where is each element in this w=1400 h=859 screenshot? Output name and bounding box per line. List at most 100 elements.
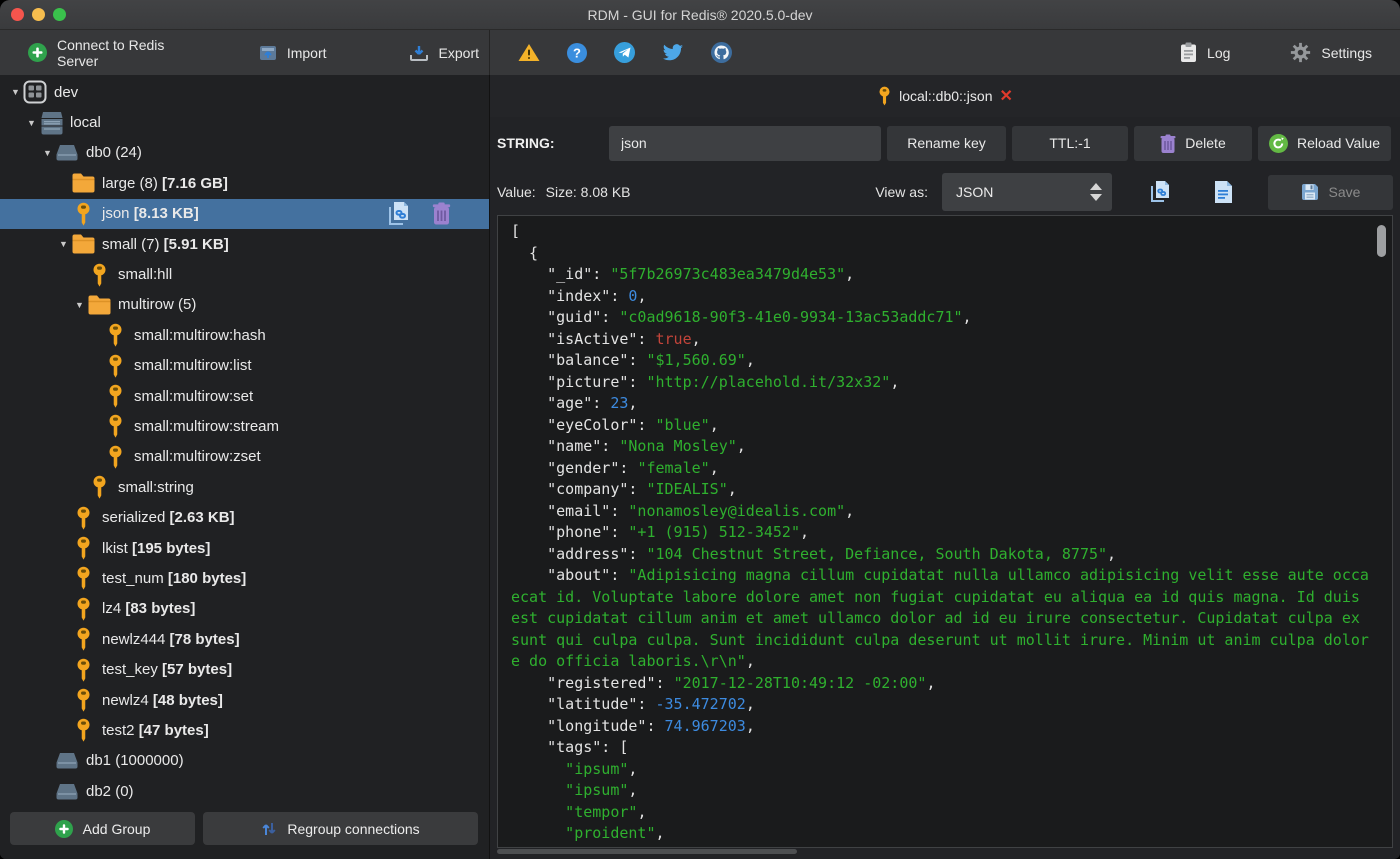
- tab-title[interactable]: local::db0::json: [899, 88, 992, 104]
- tree-item-connection-dev[interactable]: ▼ dev: [0, 77, 489, 107]
- reload-value-button[interactable]: Reload Value: [1258, 125, 1391, 161]
- import-button[interactable]: Import: [249, 38, 337, 68]
- expand-arrow-icon[interactable]: ▼: [56, 239, 71, 249]
- tree-item-label: small:multirow:set: [134, 387, 254, 405]
- tree-item-key-serialized[interactable]: serialized [2.63 KB]: [0, 502, 489, 532]
- tree-item-size: [57 bytes]: [162, 661, 233, 679]
- code-line: "company": "IDEALIS",: [511, 480, 737, 498]
- tree-item-label: db2 (0): [86, 782, 134, 800]
- import-icon: [259, 44, 277, 62]
- tab-close-icon[interactable]: ✕: [1000, 86, 1013, 106]
- titlebar: RDM - GUI for Redis® 2020.5.0-dev: [0, 0, 1400, 30]
- expand-arrow-icon[interactable]: ▼: [40, 148, 55, 158]
- telegram-icon[interactable]: [614, 42, 635, 63]
- key-icon: [103, 445, 127, 469]
- folder-icon: [71, 171, 95, 195]
- trash-icon[interactable]: [432, 201, 451, 227]
- db-icon: [55, 749, 79, 773]
- server-icon: [39, 111, 63, 135]
- code-line: "age": 23,: [511, 394, 638, 412]
- horizontal-scrollbar[interactable]: [497, 849, 797, 854]
- value-editor[interactable]: [ { "_id": "5f7b26973c483ea3479d4e53", "…: [497, 215, 1393, 848]
- tree-item-key-multirow-stream[interactable]: small:multirow:stream: [0, 411, 489, 441]
- tree-item-label: small:hll: [118, 266, 173, 284]
- db-icon: [55, 779, 79, 803]
- tree-item-label: newlz4 [48 bytes]: [102, 691, 223, 709]
- key-icon: [71, 597, 95, 621]
- delete-key-button[interactable]: Delete: [1134, 125, 1252, 161]
- copy-link-icon[interactable]: [388, 201, 412, 227]
- tree-item-key-small-hll[interactable]: small:hll: [0, 259, 489, 289]
- tree-item-ns-multirow[interactable]: ▼ multirow (5): [0, 290, 489, 320]
- tree-item-ns-large[interactable]: large (8) [7.16 GB]: [0, 168, 489, 198]
- code-line: "ipsum",: [511, 759, 638, 778]
- view-mode-select[interactable]: JSON: [942, 173, 1112, 211]
- tree-item-key-multirow-hash[interactable]: small:multirow:hash: [0, 320, 489, 350]
- key-header-row: STRING: Rename key TTL:-1 Delete: [490, 117, 1400, 169]
- export-button[interactable]: Export: [399, 38, 489, 68]
- key-icon: [71, 688, 95, 712]
- tree-item-size: [5.91 KB]: [163, 235, 229, 253]
- help-icon[interactable]: ?: [567, 42, 587, 63]
- code-line: "address": "104 Chestnut Street, Defianc…: [511, 544, 1117, 563]
- tree-item-label: small:multirow:hash: [134, 326, 266, 344]
- value-label: Value:: [497, 184, 536, 200]
- tree-item-key-json[interactable]: json [8.13 KB]: [0, 198, 489, 229]
- tree-item-label: small:multirow:zset: [134, 448, 261, 466]
- log-button[interactable]: Log: [1170, 36, 1240, 69]
- tree-item-label: local: [70, 114, 101, 132]
- rename-key-button[interactable]: Rename key: [887, 125, 1006, 161]
- key-icon: [71, 566, 95, 591]
- tree-item-key-test-num[interactable]: test_num [180 bytes]: [0, 563, 489, 593]
- key-icon: [103, 384, 127, 408]
- tree-item-ns-small[interactable]: ▼ small (7) [5.91 KB]: [0, 229, 489, 259]
- tree-item-key-newlz444[interactable]: newlz444 [78 bytes]: [0, 624, 489, 654]
- tree-item-key-test2[interactable]: test2 [47 bytes]: [0, 715, 489, 745]
- code-line: {: [511, 243, 539, 262]
- tree-item-key-test-key[interactable]: test_key [57 bytes]: [0, 654, 489, 684]
- tree-item-key-multirow-set[interactable]: small:multirow:set: [0, 381, 489, 411]
- tree-item-key-lkist[interactable]: lkist [195 bytes]: [0, 533, 489, 563]
- settings-button[interactable]: Settings: [1280, 36, 1382, 69]
- app-window: RDM - GUI for Redis® 2020.5.0-dev Connec…: [0, 0, 1400, 859]
- tree-item-key-newlz4[interactable]: newlz4 [48 bytes]: [0, 685, 489, 715]
- json-content: [ { "_id": "5f7b26973c483ea3479d4e53", "…: [511, 221, 1378, 843]
- expand-arrow-icon[interactable]: ▼: [72, 300, 87, 310]
- open-in-new-editor-icon[interactable]: [1148, 180, 1174, 204]
- tree-item-size: [195 bytes]: [132, 539, 211, 557]
- add-group-button[interactable]: Add Group: [10, 812, 195, 845]
- key-name-input[interactable]: [609, 125, 881, 161]
- tree-item-key-multirow-zset[interactable]: small:multirow:zset: [0, 442, 489, 472]
- ttl-button[interactable]: TTL:-1: [1012, 125, 1128, 161]
- tree-item-key-multirow-list[interactable]: small:multirow:list: [0, 351, 489, 381]
- github-icon[interactable]: [711, 42, 732, 63]
- twitter-icon[interactable]: [662, 43, 684, 62]
- code-line: "phone": "+1 (915) 512-3452",: [511, 523, 810, 541]
- tree-item-key-lz4[interactable]: lz4 [83 bytes]: [0, 594, 489, 624]
- tab-bar: local::db0::json ✕: [490, 75, 1400, 117]
- gear-icon: [1290, 42, 1311, 63]
- connect-to-server-button[interactable]: Connect to Redis Server: [18, 31, 187, 75]
- regroup-connections-button[interactable]: Regroup connections: [203, 812, 478, 845]
- connections-tree: ▼ dev ▼ local ▼ db0 (24) large (8) [7.16 GB] js…: [0, 77, 489, 804]
- view-raw-icon[interactable]: [1210, 180, 1236, 204]
- key-icon: [87, 475, 111, 499]
- sidebar-footer: Add Group Regroup connections: [0, 805, 489, 859]
- tree-item-label: lz4 [83 bytes]: [102, 600, 196, 618]
- tree-item-label: json [8.13 KB]: [102, 205, 199, 223]
- tree-item-db0[interactable]: ▼ db0 (24): [0, 138, 489, 168]
- expand-arrow-icon[interactable]: ▼: [8, 87, 23, 97]
- svg-text:?: ?: [573, 45, 581, 60]
- code-line: e do officia laboris.\r\n",: [511, 652, 755, 670]
- code-line: "balance": "$1,560.69",: [511, 351, 755, 369]
- vertical-scrollbar[interactable]: [1377, 225, 1386, 257]
- expand-arrow-icon[interactable]: ▼: [24, 118, 39, 128]
- warning-icon[interactable]: [518, 43, 540, 62]
- key-icon: [71, 718, 95, 743]
- tree-item-server-local[interactable]: ▼ local: [0, 107, 489, 137]
- save-button[interactable]: Save: [1268, 174, 1393, 210]
- tree-item-key-small-string[interactable]: small:string: [0, 472, 489, 502]
- tree-item-db2[interactable]: db2 (0): [0, 776, 489, 804]
- tree-item-db1[interactable]: db1 (1000000): [0, 746, 489, 776]
- code-line: ecat id. Voluptate labore dolore amet no…: [511, 587, 1360, 606]
